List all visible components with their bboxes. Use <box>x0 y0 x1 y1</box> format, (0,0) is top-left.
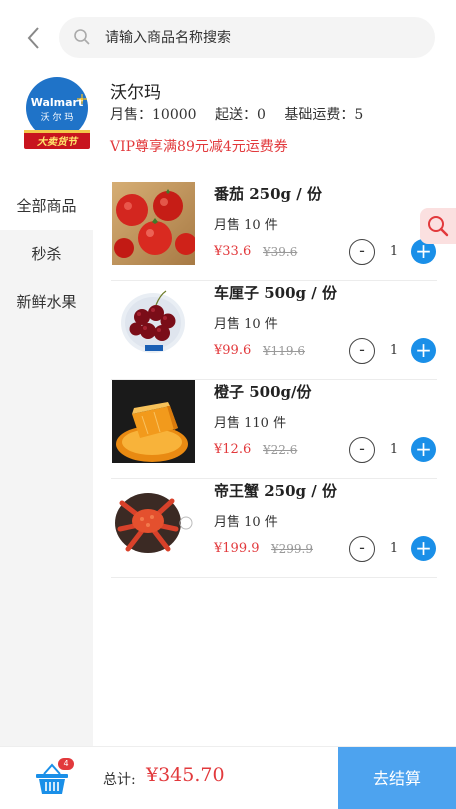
total-label: 总计: <box>103 772 136 788</box>
product-list: 番茄 250g / 份 月售 10 件 ¥33.6 ¥39.6 - 1 + 车厘… <box>111 182 437 578</box>
product-sold: 月售 10 件 <box>214 218 278 233</box>
min-order: 起送：0 <box>215 107 266 123</box>
floating-search-button[interactable] <box>420 208 456 244</box>
decrease-button[interactable]: - <box>349 338 375 364</box>
orange-image <box>112 380 195 463</box>
product-sold: 月售 10 件 <box>214 515 278 530</box>
search-input[interactable] <box>105 25 415 51</box>
search-icon <box>73 28 91 46</box>
product-item[interactable]: 帝王蟹 250g / 份 月售 10 件 ¥199.9 ¥299.9 - 1 + <box>111 479 437 578</box>
svg-text:Walmart: Walmart <box>31 96 84 109</box>
decrease-button[interactable]: - <box>349 239 375 265</box>
cart-count-badge: 4 <box>58 758 74 770</box>
quantity-value: 1 <box>389 541 399 556</box>
sidebar-item-all[interactable]: 全部商品 <box>0 182 93 230</box>
monthly-sales: 月售：10000 <box>110 107 197 123</box>
search-icon <box>428 216 449 237</box>
product-name: 橙子 500g/份 <box>214 383 312 401</box>
increase-button[interactable]: + <box>411 437 436 462</box>
tomato-image <box>112 182 197 265</box>
product-original-price: ¥22.6 <box>263 443 298 457</box>
search-bar[interactable] <box>59 17 435 58</box>
category-sidebar: 全部商品 秒杀 新鲜水果 <box>0 182 93 746</box>
total-value: ¥345.70 <box>146 764 225 786</box>
quantity-value: 1 <box>389 343 399 358</box>
back-chevron-icon[interactable] <box>22 22 46 54</box>
product-sold: 月售 110 件 <box>214 416 287 431</box>
store-name: 沃尔玛 <box>110 83 161 103</box>
product-price: ¥199.9 <box>214 541 260 556</box>
checkout-button[interactable]: 去结算 <box>338 747 456 809</box>
product-price: ¥33.6 <box>214 244 252 259</box>
product-item[interactable]: 橙子 500g/份 月售 110 件 ¥12.6 ¥22.6 - 1 + <box>111 380 437 479</box>
store-meta: 月售：10000 起送：0 基础运费：5 <box>110 104 377 124</box>
base-fee: 基础运费：5 <box>284 107 364 123</box>
product-original-price: ¥39.6 <box>263 245 298 259</box>
decrease-button[interactable]: - <box>349 536 375 562</box>
product-price: ¥12.6 <box>214 442 252 457</box>
product-original-price: ¥119.6 <box>263 344 305 358</box>
sidebar-item-flash-sale[interactable]: 秒杀 <box>0 230 93 278</box>
store-info: Walmart 沃 尔 玛 大卖货节 沃尔玛 月售：10000 起送：0 基础运… <box>0 74 456 170</box>
svg-text:大卖货节: 大卖货节 <box>37 136 79 148</box>
sidebar-item-fresh-fruit[interactable]: 新鲜水果 <box>0 278 93 326</box>
product-name: 番茄 250g / 份 <box>214 185 322 203</box>
product-name: 车厘子 500g / 份 <box>214 284 337 302</box>
decrease-button[interactable]: - <box>349 437 375 463</box>
svg-text:沃 尔 玛: 沃 尔 玛 <box>41 111 74 123</box>
king-crab-image <box>112 479 195 562</box>
cherry-image <box>112 281 195 364</box>
cart-bar: 4 总计: ¥345.70 去结算 <box>0 746 456 809</box>
product-name: 帝王蟹 250g / 份 <box>214 482 337 500</box>
vip-offer[interactable]: VIP尊享满89元减4元运费券 <box>110 136 288 156</box>
product-original-price: ¥299.9 <box>271 542 313 556</box>
quantity-value: 1 <box>389 442 399 457</box>
increase-button[interactable]: + <box>411 338 436 363</box>
header <box>0 0 456 74</box>
increase-button[interactable]: + <box>411 536 436 561</box>
product-item[interactable]: 车厘子 500g / 份 月售 10 件 ¥99.6 ¥119.6 - 1 + <box>111 281 437 380</box>
quantity-value: 1 <box>389 244 399 259</box>
product-price: ¥99.6 <box>214 343 252 358</box>
product-sold: 月售 10 件 <box>214 317 278 332</box>
store-logo: Walmart 沃 尔 玛 大卖货节 <box>22 77 92 151</box>
product-item[interactable]: 番茄 250g / 份 月售 10 件 ¥33.6 ¥39.6 - 1 + <box>111 182 437 281</box>
